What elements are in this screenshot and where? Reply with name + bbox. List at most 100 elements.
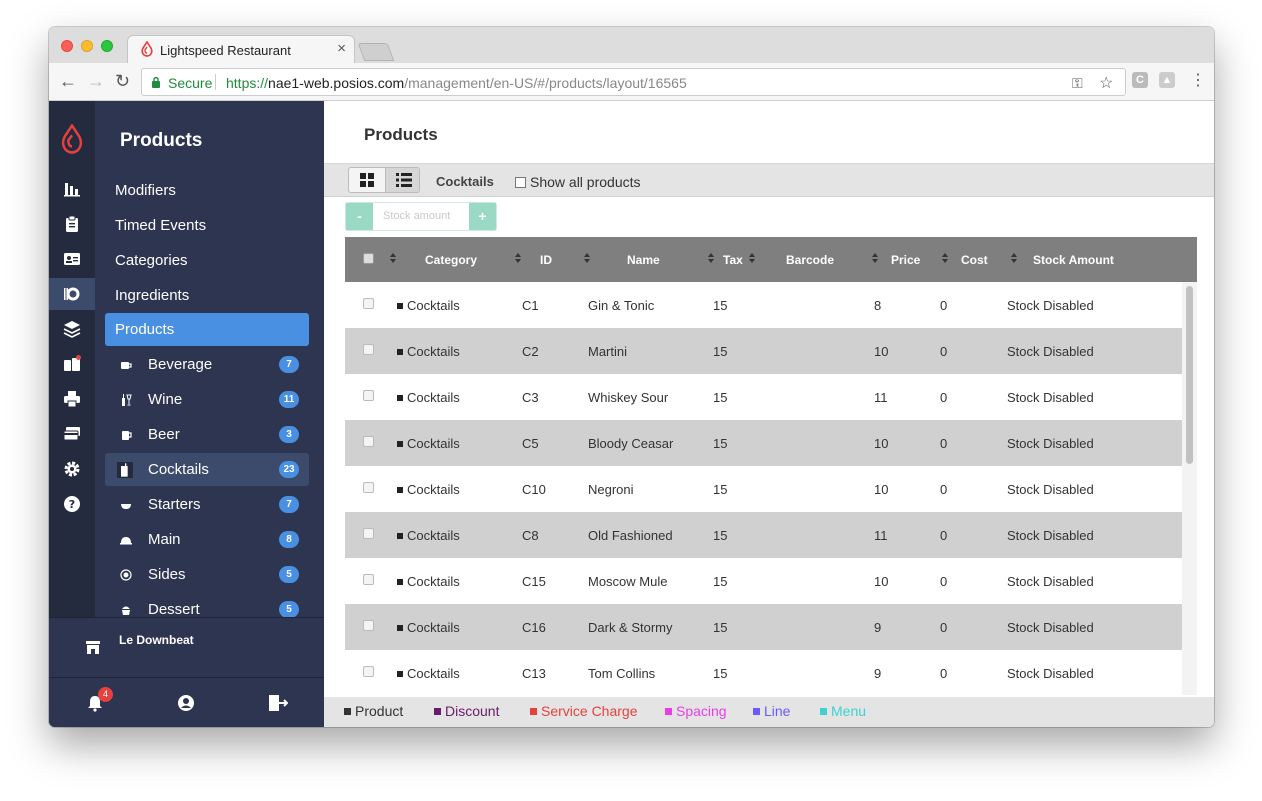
row-checkbox[interactable] [363, 528, 374, 539]
maximize-window-button[interactable] [101, 40, 113, 52]
back-icon[interactable]: ← [59, 71, 77, 92]
column-header-cost[interactable]: Cost [961, 253, 988, 267]
show-all-checkbox[interactable] [515, 176, 526, 188]
help-icon[interactable]: ? [49, 488, 95, 520]
cell-name-text: Dark & Stormy [588, 620, 673, 635]
clipboard-icon[interactable] [49, 208, 95, 240]
table-scrollbar[interactable] [1182, 282, 1197, 695]
sidebar-item-categories[interactable]: Categories [115, 252, 188, 269]
table-row[interactable]: Cocktails C15 Moscow Mule 15 10 0 Stock Disabl… [345, 558, 1182, 604]
products-icon[interactable] [49, 278, 95, 310]
bookmark-star-icon[interactable]: ☆ [1099, 73, 1113, 93]
reload-icon[interactable]: ↻ [115, 71, 130, 92]
address-bar[interactable]: Secure https://nae1-web.posios.com/manag… [141, 68, 1126, 96]
row-checkbox[interactable] [363, 390, 374, 401]
key-icon[interactable]: ⚿ [1072, 75, 1083, 92]
printer-icon[interactable] [49, 383, 95, 415]
category-color-swatch [397, 303, 403, 309]
table-row[interactable]: Cocktails C13 Tom Collins 15 9 0 Stock Disable… [345, 650, 1182, 695]
cell-cost-text: 0 [940, 574, 948, 589]
cell-cost: 0 [940, 528, 947, 543]
stock-increment-button[interactable]: + [469, 203, 496, 230]
cell-cost-text: 0 [940, 528, 948, 543]
sort-icon[interactable] [872, 253, 879, 265]
stock-amount-input[interactable]: Stock amount [383, 210, 450, 222]
sort-icon[interactable] [749, 253, 756, 265]
table-row[interactable]: Cocktails C16 Dark & Stormy 15 9 0 Stock Disab… [345, 604, 1182, 650]
row-checkbox[interactable] [363, 620, 374, 631]
row-checkbox[interactable] [363, 666, 374, 677]
column-header-stock-amount[interactable]: Stock Amount [1033, 253, 1114, 267]
store-name[interactable]: Le Downbeat [119, 633, 194, 647]
subcategory-beer[interactable]: Beer 3 [105, 418, 309, 451]
sort-icon[interactable] [1011, 253, 1018, 265]
subcategory-main[interactable]: Main 8 [105, 523, 309, 556]
lightspeed-logo-icon[interactable] [49, 123, 95, 155]
table-row[interactable]: Cocktails C3 Whiskey Sour 15 11 0 Stock Disabl… [345, 374, 1182, 420]
sort-icon[interactable] [942, 253, 949, 265]
layers-icon[interactable] [49, 313, 95, 345]
cell-tax-text: 15 [713, 620, 728, 635]
user-account-icon[interactable] [177, 694, 195, 712]
payment-cards-icon[interactable] [49, 418, 95, 450]
scroll-thumb[interactable] [1186, 286, 1193, 464]
tab-close-icon[interactable]: × [337, 40, 346, 57]
table-row[interactable]: Cocktails C5 Bloody Ceasar 15 10 0 Stock Disab… [345, 420, 1182, 466]
subcategory-starters[interactable]: Starters 7 [105, 488, 309, 521]
subcategory-wine[interactable]: Wine 11 [105, 383, 309, 416]
column-header-name[interactable]: Name [627, 253, 660, 267]
close-window-button[interactable] [61, 40, 73, 52]
column-header-id[interactable]: ID [540, 253, 552, 267]
subcategory-sides[interactable]: Sides 5 [105, 558, 309, 591]
forward-icon[interactable]: → [87, 71, 105, 92]
settings-gear-icon[interactable] [49, 453, 95, 485]
stock-decrement-button[interactable]: - [346, 203, 373, 230]
grid-view-button[interactable] [349, 168, 385, 192]
sort-icon[interactable] [708, 253, 715, 265]
minimize-window-button[interactable] [81, 40, 93, 52]
table-row[interactable]: Cocktails C2 Martini 15 10 0 Stock Disabled [345, 328, 1182, 374]
browser-tab[interactable]: Lightspeed Restaurant × [127, 35, 355, 63]
table-row[interactable]: Cocktails C8 Old Fashioned 15 11 0 Stock Disab… [345, 512, 1182, 558]
legend-menu: Menu [820, 703, 866, 719]
drive-extension-icon[interactable]: ▲ [1159, 72, 1175, 88]
logout-icon[interactable] [268, 694, 288, 712]
cell-price: 9 [874, 666, 881, 681]
cell-tax-text: 15 [713, 528, 728, 543]
devices-icon[interactable] [49, 348, 95, 380]
browser-menu-icon[interactable]: ⋮ [1190, 70, 1206, 90]
reports-icon[interactable] [49, 173, 95, 205]
sidebar-item-ingredients[interactable]: Ingredients [115, 287, 189, 304]
table-row[interactable]: Cocktails C1 Gin & Tonic 15 8 0 Stock Disabled [345, 282, 1182, 328]
sort-icon[interactable] [390, 253, 397, 265]
cell-tax: 15 [713, 344, 727, 359]
subcategory-beverage[interactable]: Beverage 7 [105, 348, 309, 381]
row-checkbox[interactable] [363, 436, 374, 447]
row-checkbox[interactable] [363, 574, 374, 585]
extension-c-icon[interactable]: C [1132, 72, 1148, 88]
list-view-button[interactable] [385, 168, 419, 192]
table-row[interactable]: Cocktails C10 Negroni 15 10 0 Stock Disabled [345, 466, 1182, 512]
new-tab-button[interactable] [357, 43, 395, 61]
sort-icon[interactable] [515, 253, 522, 265]
cell-stock-amount: Stock Disabled [1007, 436, 1094, 451]
id-card-icon[interactable] [49, 243, 95, 275]
column-header-price[interactable]: Price [891, 253, 920, 267]
row-checkbox[interactable] [363, 298, 374, 309]
sort-icon[interactable] [584, 253, 591, 265]
legend-swatch [665, 708, 672, 715]
select-all-checkbox[interactable] [363, 253, 374, 264]
sidebar-item-modifiers[interactable]: Modifiers [115, 182, 176, 199]
show-all-products-toggle[interactable]: Show all products [515, 174, 641, 190]
subcategory-cocktails[interactable]: Cocktails 23 [105, 453, 309, 486]
row-checkbox[interactable] [363, 344, 374, 355]
column-header-barcode[interactable]: Barcode [786, 253, 834, 267]
column-header-tax[interactable]: Tax [723, 253, 743, 267]
sidebar-item-timed-events[interactable]: Timed Events [115, 217, 206, 234]
cell-name: Moscow Mule [588, 574, 667, 589]
sidebar-item-products[interactable]: Products [105, 313, 309, 346]
row-checkbox[interactable] [363, 482, 374, 493]
column-header-category[interactable]: Category [425, 253, 477, 267]
cell-tax: 15 [713, 666, 727, 681]
cell-name: Negroni [588, 482, 634, 497]
